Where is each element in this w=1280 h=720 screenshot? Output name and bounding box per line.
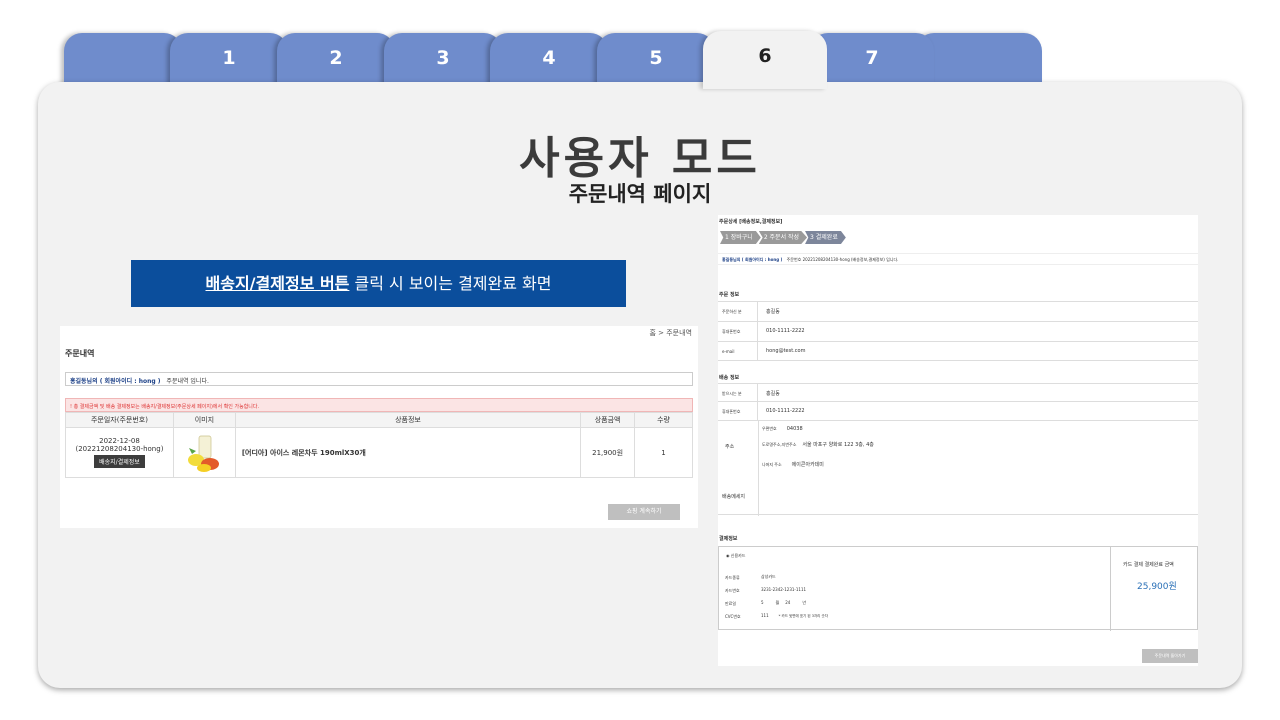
detail-member-info: 홍길동님의 ( 회원아이디 : hong ) 주문번호 202212082041… xyxy=(718,253,1198,265)
tab-label: 6 xyxy=(758,45,772,67)
field-value: 010-1111-2222 xyxy=(766,408,805,414)
expire-label: 만료일 xyxy=(725,601,737,606)
field-label: 휴대폰번호 xyxy=(718,402,758,421)
step-complete: 3 결제완료 xyxy=(805,231,846,244)
product-name-cell[interactable]: [어디아] 아이스 레몬차두 190mlX30개 xyxy=(234,427,582,478)
warning-notice: ! 총 결제금액 및 배송 결제정보는 배송지/결제정보(주문상세 페이지)에서… xyxy=(65,398,693,412)
tab-6[interactable]: 6 xyxy=(703,31,827,89)
field-value: 홍길동 xyxy=(766,309,780,315)
address-label: 주소 xyxy=(725,444,735,450)
qty-cell: 1 xyxy=(634,427,693,478)
detail-title: 주문상세 [배송정보,결제정보] xyxy=(719,219,783,225)
callout-text: 클릭 시 보이는 결제완료 화면 xyxy=(349,274,552,293)
amount-label: 카드 결제 결제완료 금액 xyxy=(1123,562,1174,568)
card-no-value: 3231-2342-1231-1111 xyxy=(761,587,807,592)
order-detail-screenshot: 주문상세 [배송정보,결제정보] 1 장바구니 2 주문서 작성 3 결제완료 … xyxy=(718,215,1198,666)
tab-label: 2 xyxy=(329,47,343,69)
member-info-box: 홍길동님의 ( 회원아이디 : hong ) 주문내역 입니다. xyxy=(65,372,693,386)
credit-card-radio[interactable]: ◉ 신용카드 xyxy=(726,553,746,559)
field-value: 010-1111-2222 xyxy=(766,328,805,334)
payment-info-heading: 결제정보 xyxy=(719,536,738,542)
road-value: 서울 마포구 양화로 122 3층, 4층 xyxy=(802,442,874,448)
divider xyxy=(1110,547,1111,631)
card-type-value: 삼성카드 xyxy=(761,574,776,579)
field-label: 주문하신 분 xyxy=(718,302,758,321)
back-to-list-button[interactable]: 주문내역 돌아가기 xyxy=(1142,649,1198,663)
payment-box: ◉ 신용카드 카드종류 삼성카드 카드번호 3231-2342-1231-111… xyxy=(718,546,1198,631)
member-name: 홍길동님의 ( 회원아이디 : hong ) xyxy=(722,257,783,262)
address-block: 주소 우편번호 04038 도로명주소,지번주소 서울 마포구 양화로 122 3층… xyxy=(718,420,1198,516)
member-info-text: 주문번호 20221208204130-hong (배송정보,결제정보) 입니다… xyxy=(786,257,899,262)
expire-value: 5 월 24 년 xyxy=(761,600,806,606)
radio-label: 신용카드 xyxy=(730,553,746,558)
field-label: 휴대폰번호 xyxy=(718,322,758,341)
tab-label: 4 xyxy=(542,47,556,69)
page-title: 사용자 모드 xyxy=(519,133,761,184)
tab-label: 3 xyxy=(436,47,450,69)
member-info-text: 주문내역 입니다. xyxy=(166,378,209,385)
expire-month: 5 xyxy=(761,600,764,605)
product-image[interactable] xyxy=(184,432,224,474)
card-type-label: 카드종류 xyxy=(725,575,740,580)
cvc-note: * 카드 뒷면에 표기 된 3자리 숫자 xyxy=(778,614,828,618)
order-info-heading: 주문 정보 xyxy=(719,292,740,298)
col-header: 상품정보 xyxy=(234,412,582,428)
tab-label: 7 xyxy=(865,47,879,69)
receiver-row: 받으시는 분 홍길동 xyxy=(718,383,1198,403)
checkout-steps: 1 장바구니 2 주문서 작성 3 결제완료 xyxy=(720,231,846,244)
page-subtitle: 주문내역 페이지 xyxy=(568,182,712,206)
order-date: 2022-12-08 xyxy=(99,437,140,445)
breadcrumb: 홈 > 주문내역 xyxy=(649,329,692,337)
step-order-form: 2 주문서 작성 xyxy=(758,231,808,244)
expire-year-unit: 년 xyxy=(802,600,807,605)
tab-label: 1 xyxy=(222,47,236,69)
col-header: 상품금액 xyxy=(580,412,636,428)
cvc-value: 111 * 카드 뒷면에 표기 된 3자리 숫자 xyxy=(761,613,828,619)
tab-label: 5 xyxy=(649,47,663,69)
order-list-title: 주문내역 xyxy=(65,349,95,358)
road-line: 도로명주소,지번주소 서울 마포구 양화로 122 3층, 4층 xyxy=(762,441,874,448)
table-row: 2022-12-08 (20221208204130-hong) 배송지/결제정… xyxy=(65,427,693,478)
cvc-label: CVC번호 xyxy=(725,614,741,619)
detail-line: 나머지 주소 에이콘아카데미 xyxy=(762,461,824,468)
card-no-label: 카드번호 xyxy=(725,588,740,593)
col-header: 주문일자(주문번호) xyxy=(65,412,174,428)
email-row: e-mail hong@test.com xyxy=(718,341,1198,361)
step-cart: 1 장바구니 xyxy=(720,231,761,244)
detail-value: 에이콘아카데미 xyxy=(791,462,824,468)
cvc-number: 111 xyxy=(761,613,769,618)
shipping-info-heading: 배송 정보 xyxy=(719,375,740,381)
callout-highlight: 배송지/결제정보 버튼 xyxy=(205,274,350,293)
zip-value: 04038 xyxy=(786,426,803,432)
message-label: 배송메세지 xyxy=(722,494,746,500)
product-image-cell xyxy=(172,427,236,478)
order-list-screenshot: 홈 > 주문내역 주문내역 홍길동님의 ( 회원아이디 : hong ) 주문내… xyxy=(60,326,698,528)
orderer-row: 주문하신 분 홍길동 xyxy=(718,301,1198,321)
zip-label: 우편번호 xyxy=(762,426,777,431)
price-cell: 21,900원 xyxy=(580,427,636,478)
col-header: 수량 xyxy=(634,412,693,428)
field-label: e-mail xyxy=(718,342,758,360)
member-name: 홍길동님의 ( 회원아이디 : hong ) xyxy=(70,378,161,385)
ship-phone-row: 휴대폰번호 010-1111-2222 xyxy=(718,401,1198,421)
field-value: 홍길동 xyxy=(766,391,780,397)
expire-year: 24 xyxy=(785,600,791,605)
table-header-row: 주문일자(주문번호) 이미지 상품정보 상품금액 수량 xyxy=(65,412,693,428)
continue-shopping-button[interactable]: 쇼핑 계속하기 xyxy=(608,504,680,520)
shipping-payment-button[interactable]: 배송지/결제정보 xyxy=(94,455,145,468)
amount-value: 25,900원 xyxy=(1137,582,1177,592)
order-date-cell: 2022-12-08 (20221208204130-hong) 배송지/결제정… xyxy=(65,427,174,478)
expire-month-unit: 월 xyxy=(775,600,780,605)
col-header: 이미지 xyxy=(172,412,236,428)
phone-row: 휴대폰번호 010-1111-2222 xyxy=(718,321,1198,341)
detail-label: 나머지 주소 xyxy=(762,462,782,467)
slide: 1 2 3 4 5 6 7 사용자 모드 주문내역 페이지 배송지/결제정보 버… xyxy=(0,0,1280,720)
callout-box: 배송지/결제정보 버튼 클릭 시 보이는 결제완료 화면 xyxy=(131,260,626,307)
road-label: 도로명주소,지번주소 xyxy=(762,442,797,447)
order-number: (20221208204130-hong) xyxy=(75,445,164,453)
field-value: hong@test.com xyxy=(766,348,806,354)
zip-line: 우편번호 04038 xyxy=(762,426,803,432)
order-table: 주문일자(주문번호) 이미지 상품정보 상품금액 수량 2022-12-08 (… xyxy=(65,412,693,478)
divider xyxy=(758,421,759,516)
